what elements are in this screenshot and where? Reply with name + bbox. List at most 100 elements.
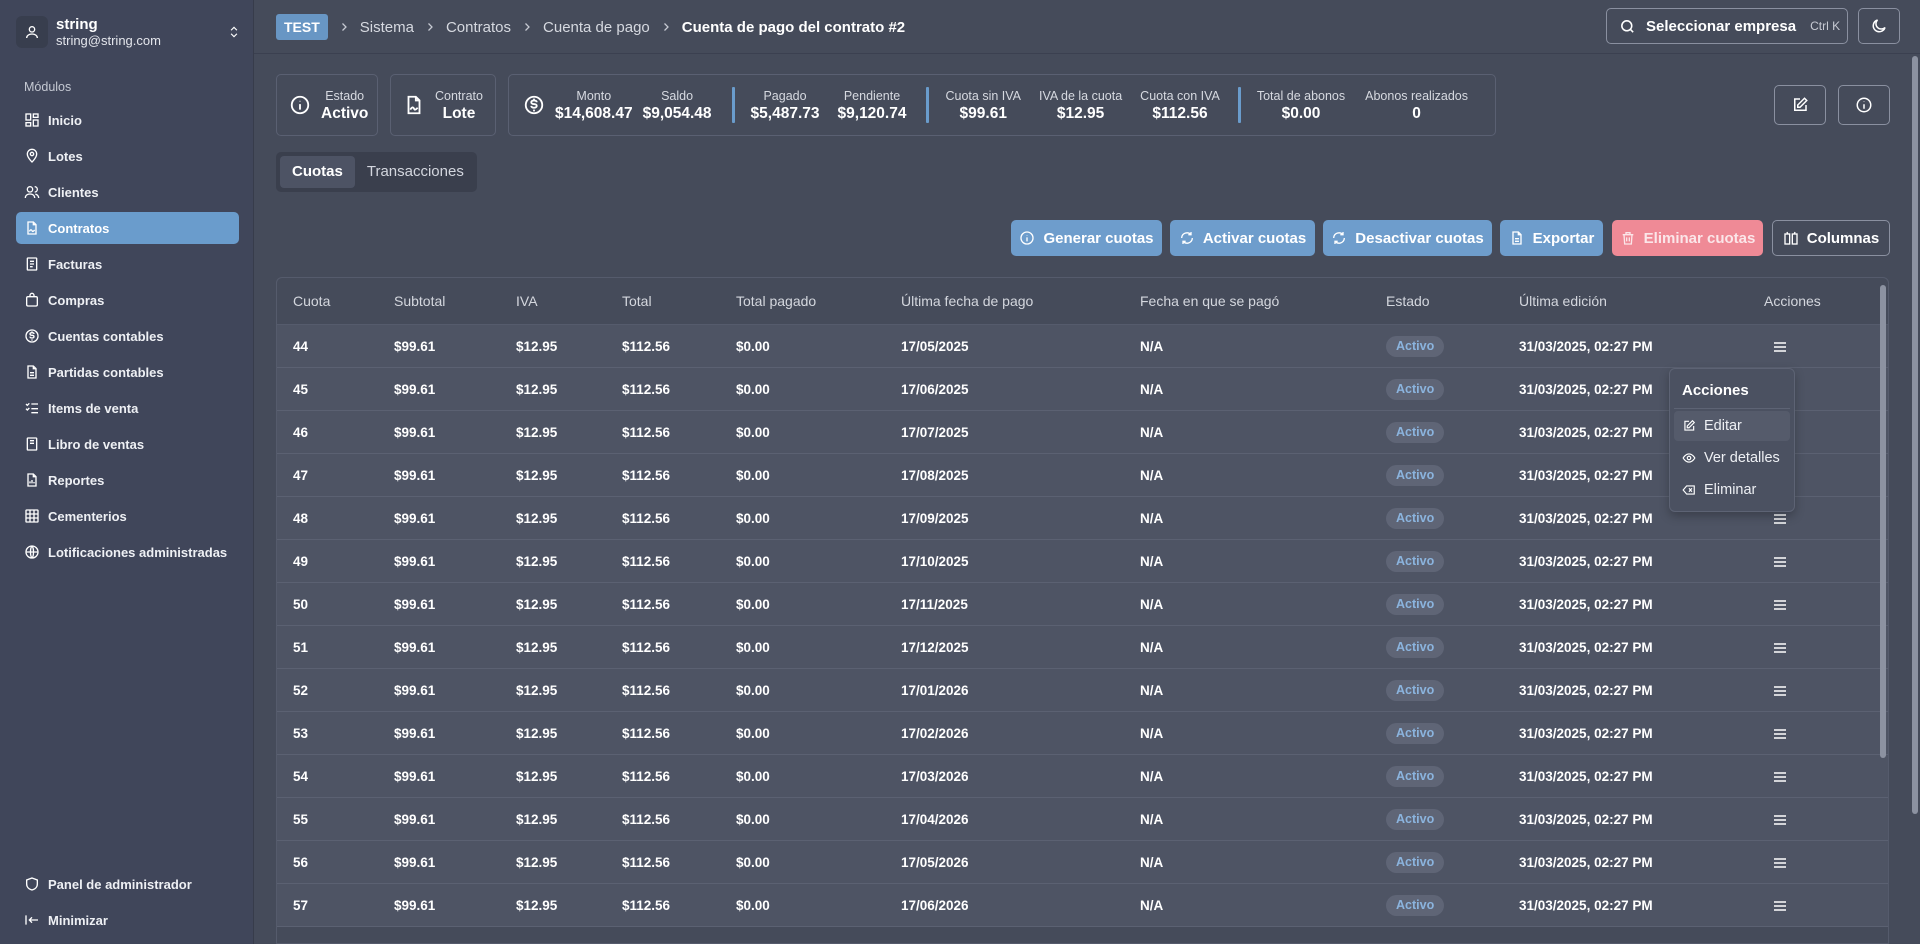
sidebar-item-facturas[interactable]: Facturas bbox=[16, 248, 239, 280]
table-scrollbar[interactable] bbox=[1880, 285, 1886, 758]
row-menu-icon[interactable] bbox=[1772, 898, 1788, 914]
columns-button[interactable]: Columnas bbox=[1772, 220, 1890, 256]
row-menu-icon[interactable] bbox=[1772, 554, 1788, 570]
breadcrumb-item[interactable]: Contratos bbox=[446, 19, 511, 36]
row-menu-icon[interactable] bbox=[1772, 855, 1788, 871]
row-menu-icon[interactable] bbox=[1772, 511, 1788, 527]
table-cell: 17/07/2025 bbox=[901, 425, 969, 440]
activate-installments-button[interactable]: Activar cuotas bbox=[1170, 220, 1315, 256]
breadcrumb-item[interactable]: Cuenta de pago bbox=[543, 19, 650, 36]
table-cell: 17/08/2025 bbox=[901, 468, 969, 483]
menu-item-view-details[interactable]: Ver detalles bbox=[1674, 443, 1790, 473]
button-label: Eliminar cuotas bbox=[1643, 229, 1756, 247]
generate-installments-button[interactable]: Generar cuotas bbox=[1011, 220, 1162, 256]
table-cell: $12.95 bbox=[516, 683, 558, 698]
sidebar-item-lotificaciones[interactable]: Lotificaciones administradas bbox=[16, 536, 239, 568]
status-badge: Activo bbox=[1386, 637, 1445, 658]
table-body: 44 $99.61 $12.95 $112.56 $0.00 17/05/2025 N/A A… bbox=[277, 325, 1888, 927]
table-cell: $112.56 bbox=[622, 382, 671, 397]
sidebar-item-clientes[interactable]: Clientes bbox=[16, 176, 239, 208]
column-header[interactable]: IVA bbox=[516, 293, 538, 309]
sidebar-item-inicio[interactable]: Inicio bbox=[16, 104, 239, 136]
sidebar-item-lotes[interactable]: Lotes bbox=[16, 140, 239, 172]
table-cell: 49 bbox=[293, 554, 309, 569]
column-header[interactable]: Subtotal bbox=[394, 293, 445, 309]
table-row[interactable]: 49 $99.61 $12.95 $112.56 $0.00 17/10/2025 N/A A… bbox=[277, 540, 1888, 583]
table-cell: $99.61 bbox=[394, 425, 436, 440]
row-menu-icon[interactable] bbox=[1772, 812, 1788, 828]
sidebar-item-minimize[interactable]: Minimizar bbox=[16, 904, 239, 936]
sidebar-item-contratos[interactable]: Contratos bbox=[16, 212, 239, 244]
tab-cuotas[interactable]: Cuotas bbox=[280, 156, 355, 188]
table-cell: 53 bbox=[293, 726, 309, 741]
table-row[interactable]: 54 $99.61 $12.95 $112.56 $0.00 17/03/2026 N/A A… bbox=[277, 755, 1888, 798]
stat-value: $9,054.48 bbox=[642, 104, 712, 122]
table-row[interactable]: 55 $99.61 $12.95 $112.56 $0.00 17/04/2026 N/A A… bbox=[277, 798, 1888, 841]
table-cell: $112.56 bbox=[622, 769, 671, 784]
column-header[interactable]: Total bbox=[622, 293, 652, 309]
sidebar-item-cuentas-contables[interactable]: Cuentas contables bbox=[16, 320, 239, 352]
stat-value: $14,608.47 bbox=[555, 104, 633, 122]
select-company-button[interactable]: Seleccionar empresa Ctrl K bbox=[1606, 8, 1848, 44]
table-row[interactable]: 51 $99.61 $12.95 $112.56 $0.00 17/12/2025 N/A A… bbox=[277, 626, 1888, 669]
info-button[interactable] bbox=[1838, 85, 1890, 125]
table-row[interactable]: 44 $99.61 $12.95 $112.56 $0.00 17/05/2025 N/A A… bbox=[277, 325, 1888, 368]
table-row[interactable]: 47 $99.61 $12.95 $112.56 $0.00 17/08/2025 N/A A… bbox=[277, 454, 1888, 497]
refresh-icon bbox=[1180, 232, 1193, 244]
menu-item-label: Ver detalles bbox=[1704, 450, 1780, 466]
breadcrumb-item[interactable]: Sistema bbox=[360, 19, 414, 36]
theme-toggle-button[interactable] bbox=[1858, 8, 1900, 44]
stat-value: $112.56 bbox=[1152, 104, 1208, 122]
page-scrollbar[interactable] bbox=[1912, 56, 1918, 814]
search-icon bbox=[1621, 19, 1634, 33]
table-cell: $0.00 bbox=[736, 511, 770, 526]
sidebar-item-cementerios[interactable]: Cementerios bbox=[16, 500, 239, 532]
table-row[interactable]: 46 $99.61 $12.95 $112.56 $0.00 17/07/2025 N/A A… bbox=[277, 411, 1888, 454]
column-header[interactable]: Fecha en que se pagó bbox=[1140, 293, 1279, 309]
table-row[interactable]: 56 $99.61 $12.95 $112.56 $0.00 17/05/2026 N/A A… bbox=[277, 841, 1888, 884]
column-header[interactable]: Última edición bbox=[1519, 293, 1607, 309]
table-row[interactable]: 52 $99.61 $12.95 $112.56 $0.00 17/01/2026 N/A A… bbox=[277, 669, 1888, 712]
delete-installments-button[interactable]: Eliminar cuotas bbox=[1612, 220, 1763, 256]
menu-item-delete[interactable]: Eliminar bbox=[1674, 475, 1790, 505]
table-row[interactable]: 45 $99.61 $12.95 $112.56 $0.00 17/06/2025 N/A A… bbox=[277, 368, 1888, 411]
sidebar-item-admin-panel[interactable]: Panel de administrador bbox=[16, 868, 239, 900]
modules-section-label: Módulos bbox=[24, 80, 72, 94]
table-cell: $112.56 bbox=[622, 425, 671, 440]
export-button[interactable]: Exportar bbox=[1500, 220, 1603, 256]
table-row[interactable]: 53 $99.61 $12.95 $112.56 $0.00 17/02/2026 N/A A… bbox=[277, 712, 1888, 755]
sidebar-item-reportes[interactable]: Reportes bbox=[16, 464, 239, 496]
table-cell: $0.00 bbox=[736, 855, 770, 870]
edit-account-button[interactable] bbox=[1774, 85, 1826, 125]
report-icon bbox=[27, 473, 37, 487]
stat-value: 0 bbox=[1412, 104, 1421, 122]
row-menu-icon[interactable] bbox=[1772, 597, 1788, 613]
column-header[interactable]: Cuota bbox=[293, 293, 330, 309]
menu-item-edit[interactable]: Editar bbox=[1674, 411, 1790, 441]
row-menu-icon[interactable] bbox=[1772, 683, 1788, 699]
file-icon bbox=[27, 365, 37, 379]
table-row[interactable]: 50 $99.61 $12.95 $112.56 $0.00 17/11/2025 N/A A… bbox=[277, 583, 1888, 626]
table-cell: $12.95 bbox=[516, 425, 558, 440]
column-header[interactable]: Total pagado bbox=[736, 293, 816, 309]
deactivate-installments-button[interactable]: Desactivar cuotas bbox=[1323, 220, 1492, 256]
menu-item-label: Eliminar bbox=[1704, 482, 1757, 498]
row-menu-icon[interactable] bbox=[1772, 769, 1788, 785]
row-menu-icon[interactable] bbox=[1772, 726, 1788, 742]
column-header[interactable]: Estado bbox=[1386, 293, 1430, 309]
user-switcher[interactable]: string string@string.com bbox=[16, 12, 242, 52]
sidebar-item-libro-de-ventas[interactable]: Libro de ventas bbox=[16, 428, 239, 460]
sidebar-item-compras[interactable]: Compras bbox=[16, 284, 239, 316]
column-header[interactable]: Última fecha de pago bbox=[901, 293, 1033, 309]
tab-transacciones[interactable]: Transacciones bbox=[355, 156, 476, 188]
sidebar-item-items-de-venta[interactable]: Items de venta bbox=[16, 392, 239, 424]
status-badge: Activo bbox=[1386, 465, 1445, 486]
table-cell: $12.95 bbox=[516, 339, 558, 354]
table-row[interactable]: 48 $99.61 $12.95 $112.56 $0.00 17/09/2025 N/A A… bbox=[277, 497, 1888, 540]
sidebar-item-partidas-contables[interactable]: Partidas contables bbox=[16, 356, 239, 388]
row-menu-icon[interactable] bbox=[1772, 339, 1788, 355]
row-actions-menu: Acciones Editar Ver detalles Eliminar bbox=[1669, 368, 1795, 512]
sidebar-item-label: Compras bbox=[48, 292, 105, 308]
table-row[interactable]: 57 $99.61 $12.95 $112.56 $0.00 17/06/2026 N/A A… bbox=[277, 884, 1888, 927]
row-menu-icon[interactable] bbox=[1772, 640, 1788, 656]
